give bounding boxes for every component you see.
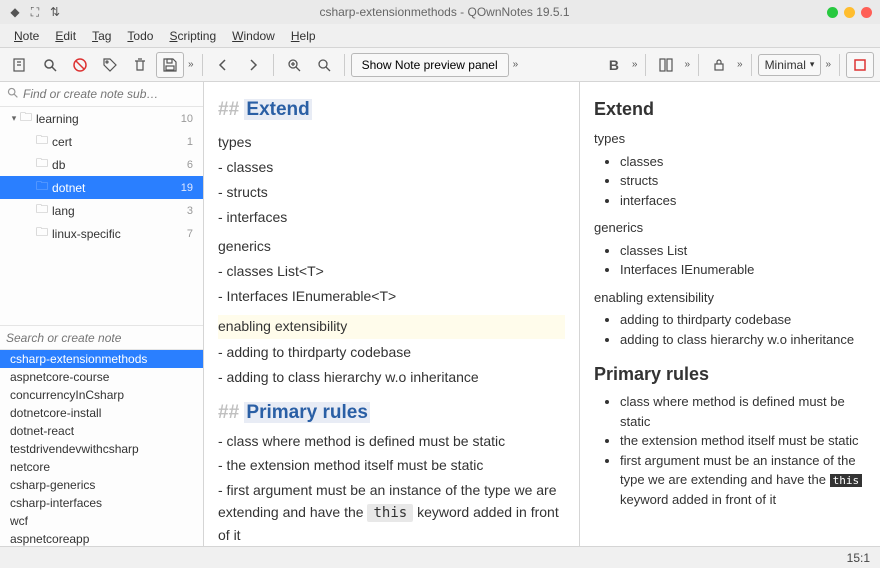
menu-scripting[interactable]: Scripting <box>161 27 224 45</box>
note-search-input[interactable] <box>6 331 197 345</box>
show-preview-button[interactable]: Show Note preview panel <box>351 53 509 77</box>
layout-select[interactable]: Minimal▾ <box>758 54 822 76</box>
chevron-icon[interactable]: » <box>630 59 640 70</box>
note-item[interactable]: dotnet-react <box>0 422 203 440</box>
folder-lang[interactable]: 🗀lang3 <box>0 199 203 222</box>
toolbar: » Show Note preview panel » B » » » Mini… <box>0 48 880 82</box>
delete-button[interactable] <box>126 52 154 78</box>
folder-db[interactable]: 🗀db6 <box>0 153 203 176</box>
folder-linux-specific[interactable]: 🗀linux-specific7 <box>0 222 203 245</box>
distraction-free-button[interactable] <box>846 52 874 78</box>
chevron-icon[interactable]: » <box>186 59 196 70</box>
menu-todo[interactable]: Todo <box>119 27 161 45</box>
folder-search-input[interactable] <box>23 87 197 101</box>
zoom-in-button[interactable] <box>280 52 308 78</box>
editor-pane[interactable]: ## Extend types - classes - structs - in… <box>204 82 580 546</box>
menu-note[interactable]: Note <box>6 27 47 45</box>
note-item[interactable]: dotnetcore-install <box>0 404 203 422</box>
note-item[interactable]: csharp-extensionmethods <box>0 350 203 368</box>
menubar: NoteEditTagTodoScriptingWindowHelp <box>0 24 880 48</box>
menu-window[interactable]: Window <box>224 27 283 45</box>
sidebar: ▾🗀learning10🗀cert1🗀db6🗀dotnet19🗀lang3🗀li… <box>0 82 204 546</box>
note-item[interactable]: netcore <box>0 458 203 476</box>
chevron-icon[interactable]: » <box>511 59 521 70</box>
folder-dotnet[interactable]: 🗀dotnet19 <box>0 176 203 199</box>
maximize-button[interactable] <box>844 7 855 18</box>
menu-help[interactable]: Help <box>283 27 324 45</box>
chevron-icon[interactable]: » <box>823 59 833 70</box>
note-item[interactable]: csharp-generics <box>0 476 203 494</box>
search-button[interactable] <box>36 52 64 78</box>
preview-heading: Extend <box>594 96 866 123</box>
save-button[interactable] <box>156 52 184 78</box>
folder-learning[interactable]: ▾🗀learning10 <box>0 107 203 130</box>
back-button[interactable] <box>209 52 237 78</box>
expand-icon[interactable]: ⛶ <box>28 5 42 19</box>
disable-button[interactable] <box>66 52 94 78</box>
lock-button[interactable] <box>705 52 733 78</box>
preview-pane: Extend types classesstructsinterfaces ge… <box>580 82 880 546</box>
note-list: csharp-extensionmethodsaspnetcore-course… <box>0 350 203 546</box>
note-item[interactable]: concurrencyInCsharp <box>0 386 203 404</box>
new-note-button[interactable] <box>6 52 34 78</box>
chevron-icon[interactable]: » <box>735 59 745 70</box>
zoom-reset-button[interactable] <box>310 52 338 78</box>
minimize-button[interactable] <box>827 7 838 18</box>
titlebar: ◆ ⛶ ⇅ csharp-extensionmethods - QOwnNote… <box>0 0 880 24</box>
folder-tree: ▾🗀learning10🗀cert1🗀db6🗀dotnet19🗀lang3🗀li… <box>0 107 203 245</box>
folder-cert[interactable]: 🗀cert1 <box>0 130 203 153</box>
menu-edit[interactable]: Edit <box>47 27 84 45</box>
note-item[interactable]: csharp-interfaces <box>0 494 203 512</box>
note-item[interactable]: aspnetcoreapp <box>0 530 203 546</box>
close-button[interactable] <box>861 7 872 18</box>
forward-button[interactable] <box>239 52 267 78</box>
statusbar: 15:1 <box>0 546 880 568</box>
bold-button[interactable]: B <box>600 52 628 78</box>
note-item[interactable]: testdrivendevwithcsharp <box>0 440 203 458</box>
updown-icon[interactable]: ⇅ <box>48 5 62 19</box>
note-item[interactable]: wcf <box>0 512 203 530</box>
chevron-icon[interactable]: » <box>682 59 692 70</box>
menu-tag[interactable]: Tag <box>84 27 119 45</box>
note-item[interactable]: aspnetcore-course <box>0 368 203 386</box>
cursor-position: 15:1 <box>847 551 870 565</box>
preview-heading: Primary rules <box>594 361 866 388</box>
tag-button[interactable] <box>96 52 124 78</box>
search-icon <box>6 86 19 102</box>
app-icon: ◆ <box>8 5 22 19</box>
panel-button[interactable] <box>652 52 680 78</box>
window-title: csharp-extensionmethods - QOwnNotes 19.5… <box>62 5 827 19</box>
